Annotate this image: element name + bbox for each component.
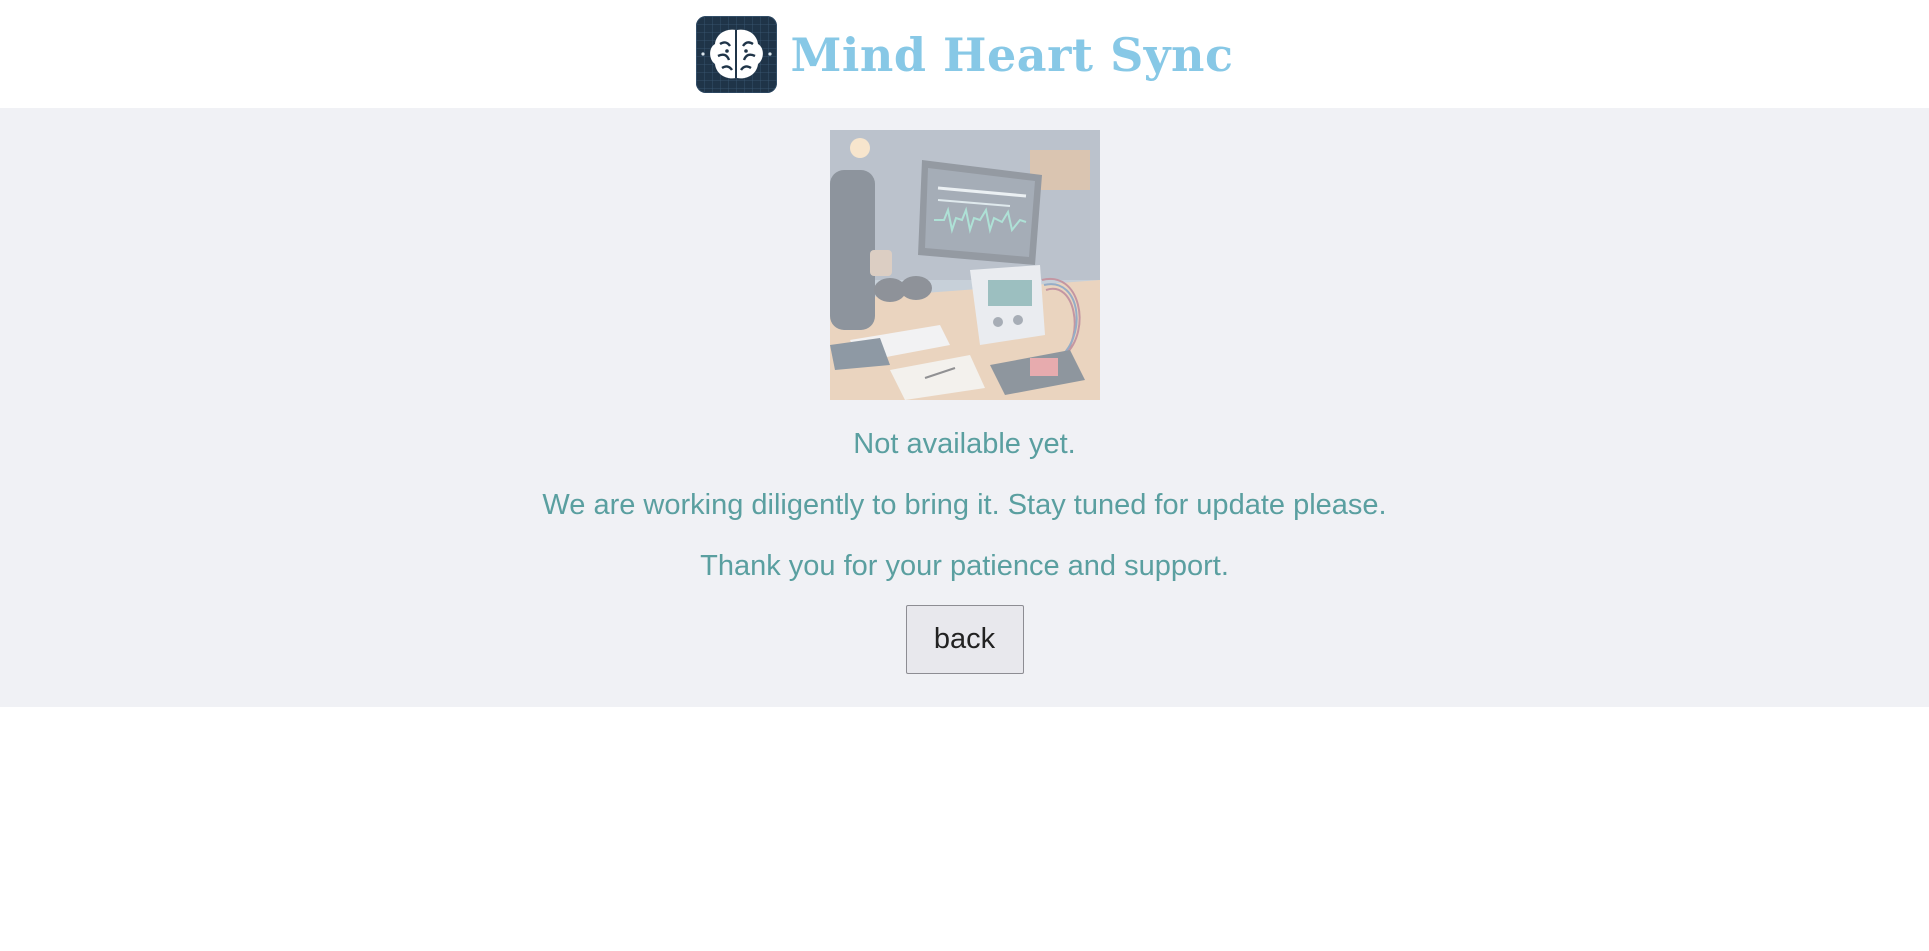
thanks-message: Thank you for your patience and support. [700, 550, 1229, 582]
back-button[interactable]: back [905, 605, 1024, 674]
feature-under-development-illustration [829, 130, 1100, 400]
brand-title[interactable]: Mind Heart Sync [791, 32, 1234, 78]
brain-icon[interactable] [695, 15, 777, 93]
main-content: Not available yet. We are working dilige… [0, 108, 1929, 707]
site-header: Mind Heart Sync [0, 0, 1929, 108]
status-message: Not available yet. [853, 428, 1076, 460]
info-message: We are working diligently to bring it. S… [542, 489, 1387, 521]
page-footer-space [0, 707, 1929, 951]
